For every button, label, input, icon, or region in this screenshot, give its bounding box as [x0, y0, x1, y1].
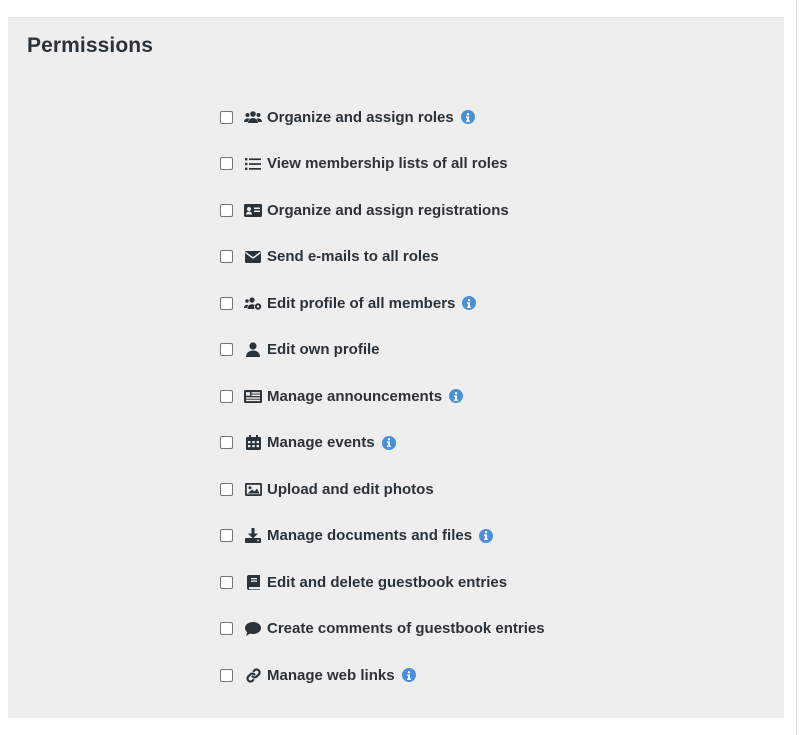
user-icon	[244, 342, 262, 358]
info-icon[interactable]	[479, 528, 494, 543]
permission-checkbox[interactable]	[220, 157, 233, 171]
permission-item: Manage events	[220, 420, 545, 467]
permission-label[interactable]: Manage announcements	[267, 388, 442, 405]
info-icon[interactable]	[381, 435, 396, 450]
download-icon	[244, 528, 262, 544]
permission-item: Edit and delete guestbook entries	[220, 559, 545, 606]
permission-label[interactable]: Upload and edit photos	[267, 481, 434, 498]
comment-icon	[244, 621, 262, 637]
permission-label[interactable]: Manage web links	[267, 667, 395, 684]
section-title: Permissions	[27, 34, 153, 57]
newspaper-icon	[244, 388, 262, 404]
permission-item: Organize and assign roles	[220, 94, 545, 141]
permission-checkbox[interactable]	[220, 529, 233, 543]
permission-label[interactable]: Create comments of guestbook entries	[267, 620, 545, 637]
permission-item: Edit profile of all members	[220, 280, 545, 327]
info-icon[interactable]	[462, 296, 477, 311]
permission-checkbox[interactable]	[220, 575, 233, 589]
permission-label[interactable]: Edit and delete guestbook entries	[267, 574, 507, 591]
calendar-icon	[244, 435, 262, 451]
permission-label[interactable]: Edit own profile	[267, 341, 380, 358]
permission-checkbox[interactable]	[220, 622, 233, 636]
permission-checkbox[interactable]	[220, 296, 233, 310]
permission-label[interactable]: Organize and assign registrations	[267, 202, 509, 219]
info-icon[interactable]	[449, 389, 464, 404]
permission-item: Edit own profile	[220, 327, 545, 374]
permission-item: Manage documents and files	[220, 513, 545, 560]
users-icon	[244, 109, 262, 125]
list-icon	[244, 156, 262, 172]
permission-checkbox[interactable]	[220, 203, 233, 217]
image-icon	[244, 481, 262, 497]
envelope-icon	[244, 249, 262, 265]
permission-item: Manage announcements	[220, 373, 545, 420]
users-cog-icon	[244, 295, 262, 311]
permission-label[interactable]: View membership lists of all roles	[267, 155, 508, 172]
permission-checkbox[interactable]	[220, 668, 233, 682]
permission-label[interactable]: Edit profile of all members	[267, 295, 455, 312]
permission-checkbox[interactable]	[220, 110, 233, 124]
permission-checkbox[interactable]	[220, 482, 233, 496]
permission-item: Upload and edit photos	[220, 466, 545, 513]
info-icon[interactable]	[401, 668, 416, 683]
permission-item: Send e-mails to all roles	[220, 234, 545, 281]
permission-item: Manage web links	[220, 652, 545, 699]
permission-checkbox[interactable]	[220, 250, 233, 264]
permission-item: Organize and assign registrations	[220, 187, 545, 234]
page-edge-divider	[796, 0, 797, 735]
permission-label[interactable]: Organize and assign roles	[267, 109, 454, 126]
permission-item: View membership lists of all roles	[220, 141, 545, 188]
permission-label[interactable]: Send e-mails to all roles	[267, 248, 439, 265]
book-icon	[244, 574, 262, 590]
permission-label[interactable]: Manage documents and files	[267, 527, 472, 544]
permission-checkbox[interactable]	[220, 436, 233, 450]
permissions-list: Organize and assign roles View membership…	[220, 94, 545, 699]
link-icon	[244, 667, 262, 683]
permissions-panel: Permissions Organize and assign roles Vie…	[8, 17, 784, 718]
permission-item: Create comments of guestbook entries	[220, 606, 545, 653]
permission-checkbox[interactable]	[220, 389, 233, 403]
permission-checkbox[interactable]	[220, 343, 233, 357]
permission-label[interactable]: Manage events	[267, 434, 375, 451]
id-card-icon	[244, 202, 262, 218]
info-icon[interactable]	[460, 110, 475, 125]
